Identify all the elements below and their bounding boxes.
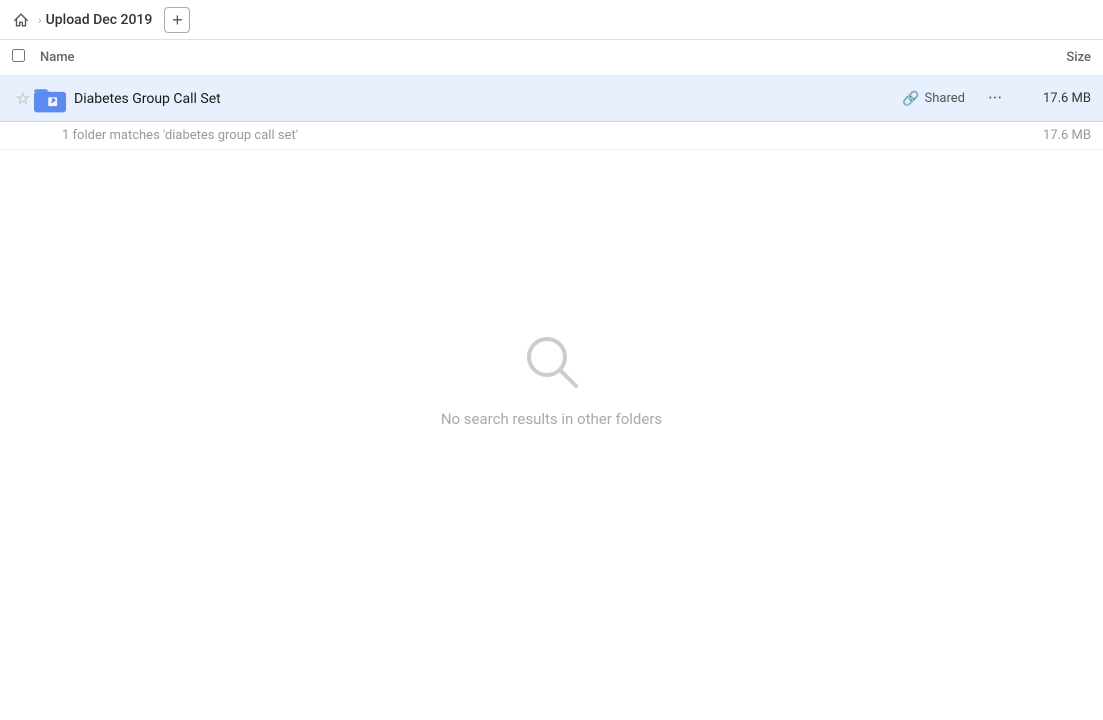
empty-state-message: No search results in other folders	[441, 410, 662, 428]
home-button[interactable]	[12, 11, 30, 29]
shared-badge: 🔗 Shared	[902, 91, 965, 107]
breadcrumb-bar: › Upload Dec 2019 +	[0, 0, 1103, 40]
folder-icon-wrap	[34, 83, 66, 115]
select-all-checkbox[interactable]	[12, 49, 40, 66]
col-name-header: Name	[40, 50, 1011, 65]
no-results-icon	[520, 330, 584, 394]
checkbox-input[interactable]	[12, 49, 25, 62]
more-options-button[interactable]: ···	[981, 85, 1009, 113]
link-icon: 🔗	[902, 91, 919, 107]
star-icon	[16, 92, 30, 106]
star-button[interactable]	[12, 92, 34, 106]
file-size: 17.6 MB	[1021, 91, 1091, 106]
summary-text: 1 folder matches 'diabetes group call se…	[62, 128, 1021, 143]
add-button[interactable]: +	[164, 7, 190, 33]
table-header: Name Size	[0, 40, 1103, 76]
home-icon	[12, 11, 30, 29]
table-row[interactable]: Diabetes Group Call Set 🔗 Shared ··· 17.…	[0, 76, 1103, 122]
col-size-header: Size	[1011, 50, 1091, 65]
folder-icon	[34, 85, 66, 113]
shared-label: Shared	[925, 91, 965, 106]
file-name: Diabetes Group Call Set	[74, 91, 902, 107]
summary-size: 17.6 MB	[1021, 128, 1091, 143]
summary-row: 1 folder matches 'diabetes group call se…	[0, 122, 1103, 150]
empty-state: No search results in other folders	[0, 330, 1103, 428]
breadcrumb-chevron: ›	[38, 13, 42, 27]
breadcrumb-label: Upload Dec 2019	[46, 12, 153, 28]
